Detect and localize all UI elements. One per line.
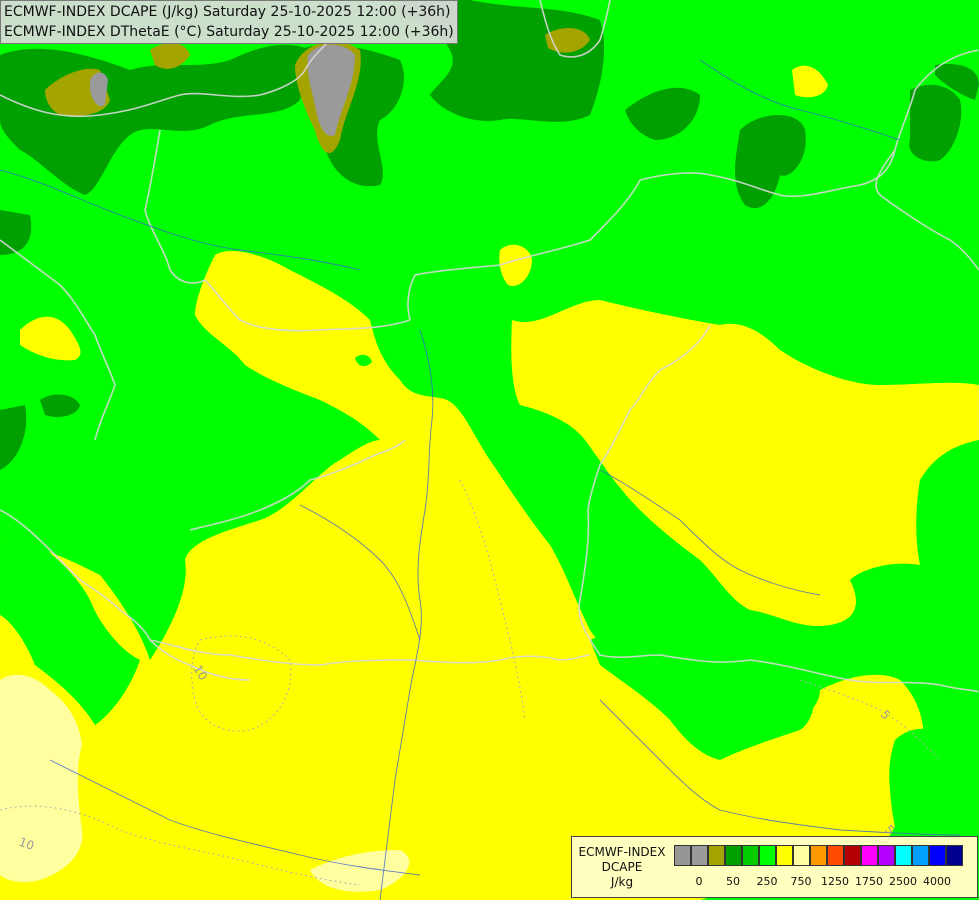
- legend-tick-label: 1250: [821, 875, 849, 888]
- legend-swatch: [844, 845, 861, 866]
- legend-swatch: [776, 845, 793, 866]
- legend-tick-label: 750: [790, 875, 812, 888]
- legend-ticks: 0 50 250 750 1250 1750 2500 4000: [674, 875, 974, 891]
- legend-tick-label: 4000: [923, 875, 951, 888]
- legend-title-line1: ECMWF-INDEX: [578, 845, 666, 859]
- legend-swatch: [708, 845, 725, 866]
- legend-swatch: [793, 845, 810, 866]
- legend-swatch: [861, 845, 878, 866]
- legend-swatches: [674, 845, 963, 866]
- legend-swatch: [946, 845, 963, 866]
- legend-swatch: [725, 845, 742, 866]
- legend-swatch: [895, 845, 912, 866]
- title-dthetae: ECMWF-INDEX DThetaE (°C) Saturday 25-10-…: [4, 24, 454, 40]
- legend-swatch: [674, 845, 691, 866]
- legend-swatch: [912, 845, 929, 866]
- title-dcape: ECMWF-INDEX DCAPE (J/kg) Saturday 25-10-…: [4, 4, 451, 20]
- legend-swatch: [827, 845, 844, 866]
- legend-swatch: [810, 845, 827, 866]
- legend-tick-label: 250: [756, 875, 778, 888]
- legend-tick-label: 1750: [855, 875, 883, 888]
- legend-tick-label: 2500: [889, 875, 917, 888]
- dcape-map: 10 10 5 5: [0, 0, 979, 900]
- legend-tick-label: 0: [695, 875, 703, 888]
- legend-tick-label: 50: [726, 875, 740, 888]
- legend-swatch: [691, 845, 708, 866]
- legend-swatch: [742, 845, 759, 866]
- color-legend: ECMWF-INDEX DCAPE J/kg 0 50 250 750 1250 1750…: [571, 836, 978, 898]
- legend-swatch: [878, 845, 895, 866]
- map-title-box: ECMWF-INDEX DCAPE (J/kg) Saturday 25-10-…: [0, 0, 458, 44]
- legend-swatch: [759, 845, 776, 866]
- legend-units: J/kg: [610, 875, 634, 889]
- legend-title-line2: DCAPE: [601, 860, 643, 874]
- legend-swatch: [929, 845, 946, 866]
- legend-title: ECMWF-INDEX DCAPE J/kg: [576, 845, 668, 890]
